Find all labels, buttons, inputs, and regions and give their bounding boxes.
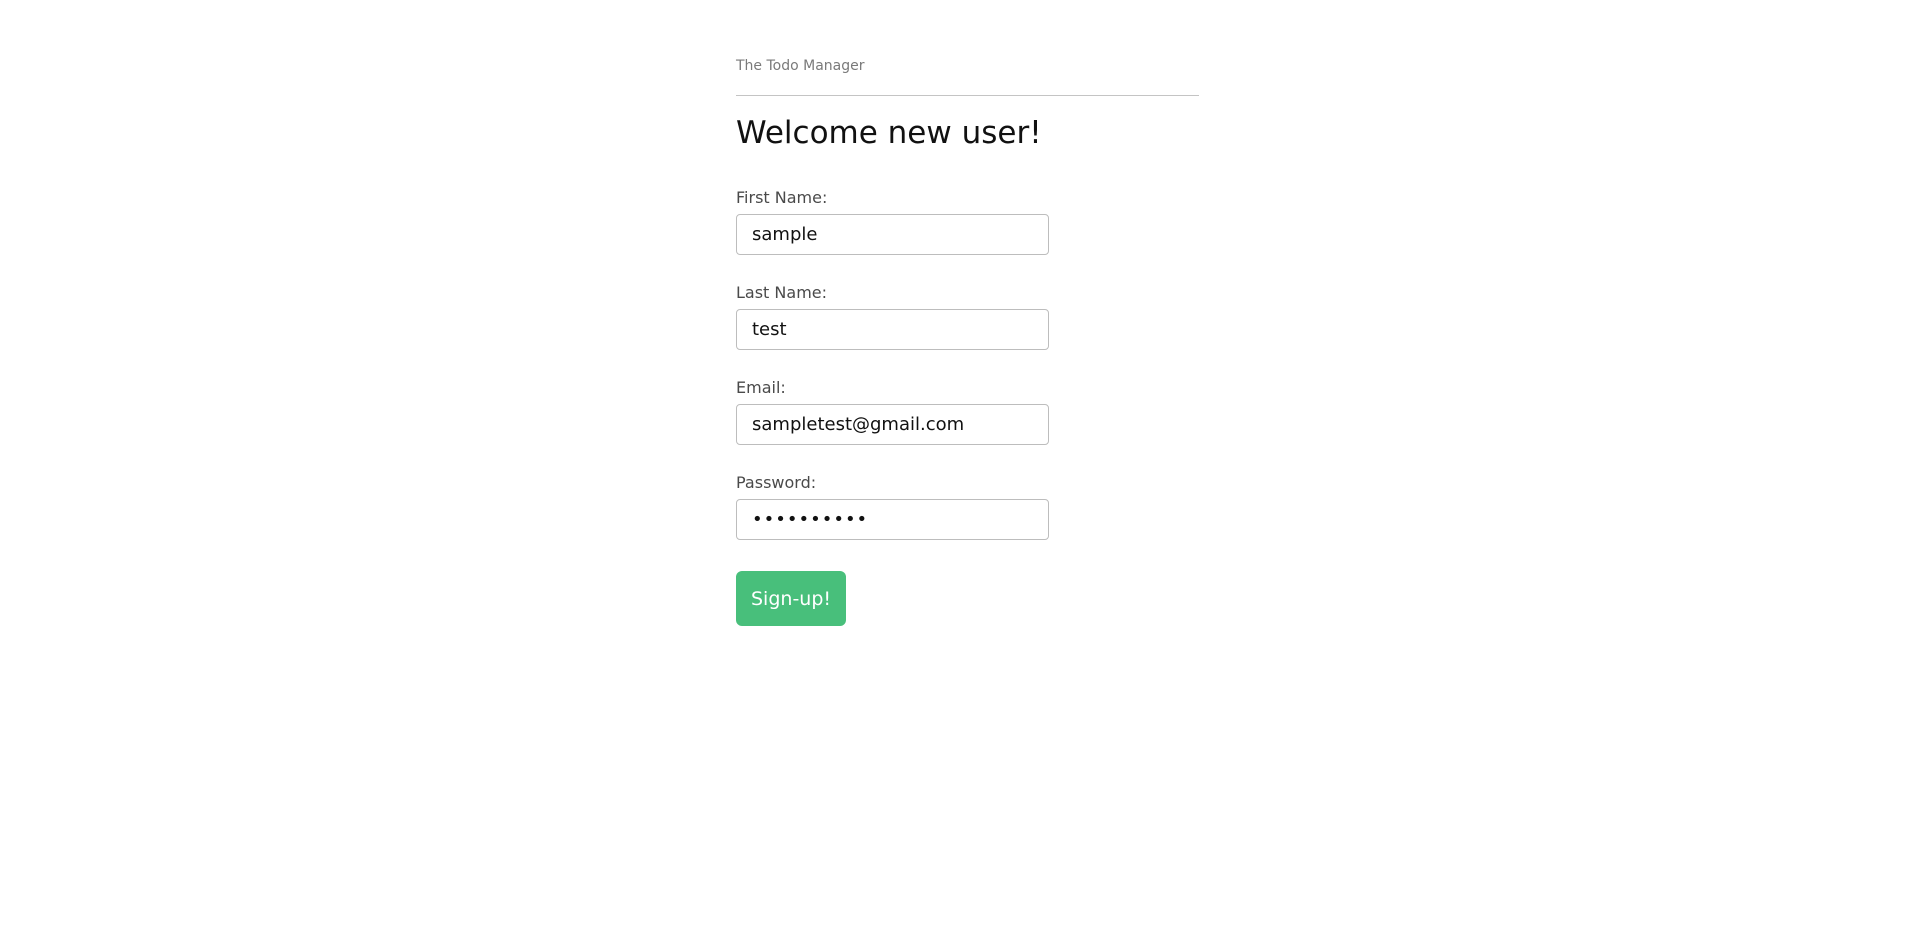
password-field-group: Password:	[736, 473, 1199, 540]
password-label: Password:	[736, 473, 817, 492]
email-label: Email:	[736, 378, 786, 397]
app-title: The Todo Manager	[736, 58, 865, 74]
first-name-field-group: First Name:	[736, 188, 1199, 255]
signup-button[interactable]: Sign-up!	[736, 571, 847, 626]
signup-container: The Todo Manager Welcome new user! First…	[736, 0, 1199, 626]
password-input[interactable]	[736, 499, 1049, 540]
page-title: Welcome new user!	[736, 115, 1042, 151]
first-name-label: First Name:	[736, 188, 828, 207]
last-name-input[interactable]	[736, 309, 1049, 350]
email-input[interactable]	[736, 404, 1049, 445]
header-divider	[736, 95, 1199, 96]
first-name-input[interactable]	[736, 214, 1049, 255]
email-field-group: Email:	[736, 378, 1199, 445]
signup-form: First Name: Last Name: Email: Password: …	[736, 188, 1199, 626]
last-name-field-group: Last Name:	[736, 283, 1199, 350]
last-name-label: Last Name:	[736, 283, 828, 302]
